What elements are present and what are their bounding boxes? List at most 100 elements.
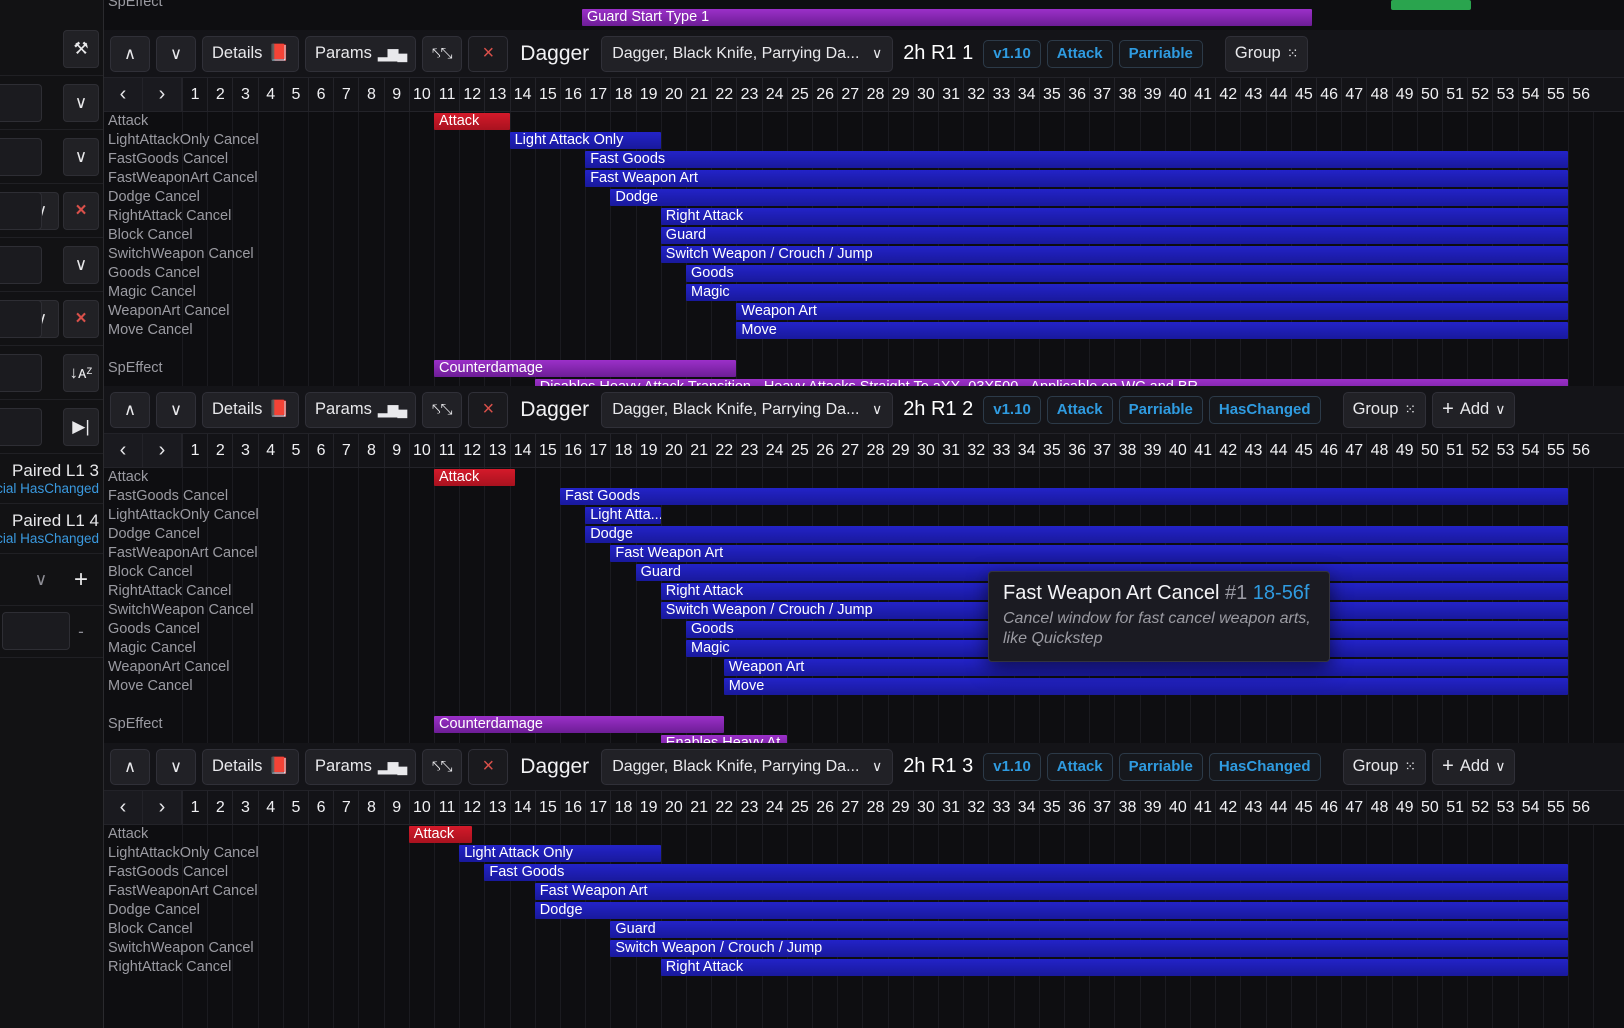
next-frame-button[interactable]: › bbox=[143, 791, 182, 824]
sidebar-bottom-field[interactable] bbox=[2, 612, 70, 650]
ruler-tick[interactable]: 26 bbox=[812, 78, 837, 111]
ruler-tick[interactable]: 24 bbox=[761, 434, 787, 467]
ruler-tick[interactable]: 1 bbox=[182, 434, 207, 467]
ruler-tick[interactable]: 17 bbox=[585, 791, 610, 824]
ruler-tick[interactable]: 29 bbox=[887, 78, 913, 111]
collapse-icon[interactable]: ⤣⤡ bbox=[422, 391, 463, 428]
ruler-tick[interactable]: 48 bbox=[1366, 78, 1391, 111]
ruler-tick[interactable]: 25 bbox=[786, 78, 812, 111]
speffect-bar[interactable]: Counterdamage bbox=[434, 716, 724, 733]
cancel-window-bar[interactable]: Dodge bbox=[585, 526, 1568, 543]
ruler-tick[interactable]: 41 bbox=[1190, 434, 1215, 467]
ruler-tick[interactable]: 30 bbox=[912, 434, 938, 467]
move-down-button[interactable]: ∨ bbox=[156, 748, 196, 785]
ruler-tick[interactable]: 26 bbox=[812, 791, 837, 824]
cancel-window-bar[interactable]: Goods bbox=[686, 265, 1568, 282]
cancel-window-bar[interactable]: Light Attack Only bbox=[459, 845, 661, 862]
ruler-tick[interactable]: 52 bbox=[1467, 791, 1492, 824]
ruler-tick[interactable]: 21 bbox=[686, 791, 711, 824]
ruler-tick[interactable]: 12 bbox=[459, 434, 484, 467]
ruler-tick[interactable]: 40 bbox=[1164, 78, 1190, 111]
ruler-tick[interactable]: 20 bbox=[660, 791, 686, 824]
ruler-tick[interactable]: 8 bbox=[358, 78, 383, 111]
chevron-down-icon[interactable]: ∨ bbox=[63, 137, 99, 176]
sidebar-paired-item[interactable]: Paired L1 3ecial HasChanged bbox=[0, 454, 103, 504]
badge-haschanged[interactable]: HasChanged bbox=[1208, 395, 1321, 424]
ruler-tick[interactable]: 33 bbox=[988, 434, 1013, 467]
ruler-tick[interactable]: 43 bbox=[1240, 78, 1265, 111]
cancel-window-bar[interactable]: Guard bbox=[610, 921, 1568, 938]
close-icon[interactable]: × bbox=[468, 391, 509, 428]
sort-az-icon[interactable]: ↓ᴀᶻ bbox=[63, 353, 99, 392]
ruler-tick[interactable]: 15 bbox=[534, 791, 560, 824]
collapse-icon[interactable]: ⤣⤡ bbox=[422, 748, 463, 785]
ruler-tick[interactable]: 56 bbox=[1568, 434, 1593, 467]
ruler-tick[interactable]: 43 bbox=[1240, 791, 1265, 824]
ruler-tick[interactable]: 50 bbox=[1416, 78, 1442, 111]
move-up-button[interactable]: ∧ bbox=[110, 391, 150, 428]
ruler-tick[interactable]: 19 bbox=[635, 791, 661, 824]
ruler-tick[interactable]: 16 bbox=[560, 434, 585, 467]
ruler-tick[interactable]: 28 bbox=[862, 791, 887, 824]
cancel-window-bar[interactable]: Light Attack Only bbox=[509, 132, 661, 149]
next-frame-button[interactable]: › bbox=[143, 434, 182, 467]
sidebar-dropdown-row-5[interactable]: ∨× bbox=[0, 292, 103, 346]
ruler-tick[interactable]: 44 bbox=[1265, 791, 1291, 824]
ruler-tick[interactable]: 27 bbox=[837, 434, 862, 467]
ruler-tick[interactable]: 54 bbox=[1517, 78, 1543, 111]
ruler-tick[interactable]: 6 bbox=[308, 434, 333, 467]
ruler-tick[interactable]: 8 bbox=[358, 434, 383, 467]
cancel-window-bar[interactable]: Move bbox=[723, 678, 1568, 695]
cancel-window-bar[interactable]: Switch Weapon / Crouch / Jump bbox=[610, 940, 1568, 957]
ruler-tick[interactable]: 52 bbox=[1467, 434, 1492, 467]
ruler-tick[interactable]: 7 bbox=[333, 78, 358, 111]
ruler-tick[interactable]: 45 bbox=[1290, 78, 1316, 111]
attack-bar[interactable]: Attack bbox=[408, 826, 472, 843]
ruler-tick[interactable]: 2 bbox=[207, 78, 232, 111]
ruler-tick[interactable]: 44 bbox=[1265, 434, 1291, 467]
ruler-tick[interactable]: 38 bbox=[1114, 791, 1139, 824]
ruler-tick[interactable]: 3 bbox=[232, 78, 257, 111]
ruler-tick[interactable]: 23 bbox=[736, 791, 761, 824]
ruler-tick[interactable]: 37 bbox=[1089, 434, 1114, 467]
sidebar-tools-row[interactable]: ⚒ bbox=[0, 22, 103, 76]
add-icon[interactable]: + bbox=[63, 561, 99, 599]
ruler-tick[interactable]: 2 bbox=[207, 434, 232, 467]
sidebar-dropdown-row-2[interactable]: ∨ bbox=[0, 130, 103, 184]
ruler-tick[interactable]: 46 bbox=[1316, 791, 1341, 824]
move-up-button[interactable]: ∧ bbox=[110, 748, 150, 785]
ruler-tick[interactable]: 40 bbox=[1164, 434, 1190, 467]
ruler-tick[interactable]: 37 bbox=[1089, 78, 1114, 111]
ruler-tick[interactable]: 32 bbox=[963, 434, 988, 467]
ruler-tick[interactable]: 5 bbox=[282, 434, 308, 467]
ruler-tick[interactable]: 6 bbox=[308, 78, 333, 111]
ruler-tick[interactable]: 40 bbox=[1164, 791, 1190, 824]
speffect-bar[interactable]: Disables Heavy Attack Transition - Heavy… bbox=[534, 379, 1568, 386]
ruler-tick[interactable]: 14 bbox=[509, 434, 535, 467]
ruler-tick[interactable]: 1 bbox=[182, 78, 207, 111]
ruler-tick[interactable]: 31 bbox=[938, 791, 963, 824]
ruler-tick[interactable]: 31 bbox=[938, 78, 963, 111]
sidebar-value-field[interactable] bbox=[0, 246, 42, 284]
ruler-tick[interactable]: 36 bbox=[1064, 791, 1089, 824]
ruler-tick[interactable]: 9 bbox=[383, 78, 409, 111]
sidebar-dropdown-row-1[interactable]: ∨ bbox=[0, 76, 103, 130]
ruler-tick[interactable]: 34 bbox=[1013, 434, 1039, 467]
ruler-tick[interactable]: 14 bbox=[509, 78, 535, 111]
ruler-tick[interactable]: 36 bbox=[1064, 78, 1089, 111]
ruler-tick[interactable]: 56 bbox=[1568, 78, 1593, 111]
ruler-tick[interactable]: 37 bbox=[1089, 791, 1114, 824]
ruler-tick[interactable]: 15 bbox=[534, 78, 560, 111]
chevron-down-icon[interactable]: ∨ bbox=[63, 83, 99, 122]
ruler-tick[interactable]: 54 bbox=[1517, 434, 1543, 467]
details-button[interactable]: Details 📕 bbox=[202, 391, 299, 428]
cancel-window-bar[interactable]: Fast Weapon Art bbox=[610, 545, 1568, 562]
cancel-window-bar[interactable]: Fast Weapon Art bbox=[534, 883, 1568, 900]
sidebar-dropdown-row-3[interactable]: ∨× bbox=[0, 184, 103, 238]
ruler-tick[interactable]: 53 bbox=[1492, 78, 1517, 111]
cancel-window-bar[interactable]: Move bbox=[736, 322, 1568, 339]
params-button[interactable]: Params ▂▆▄ bbox=[304, 748, 417, 785]
attack-bar[interactable]: Attack bbox=[434, 113, 510, 130]
ruler-tick[interactable]: 47 bbox=[1341, 78, 1366, 111]
ruler-tick[interactable]: 24 bbox=[761, 791, 787, 824]
